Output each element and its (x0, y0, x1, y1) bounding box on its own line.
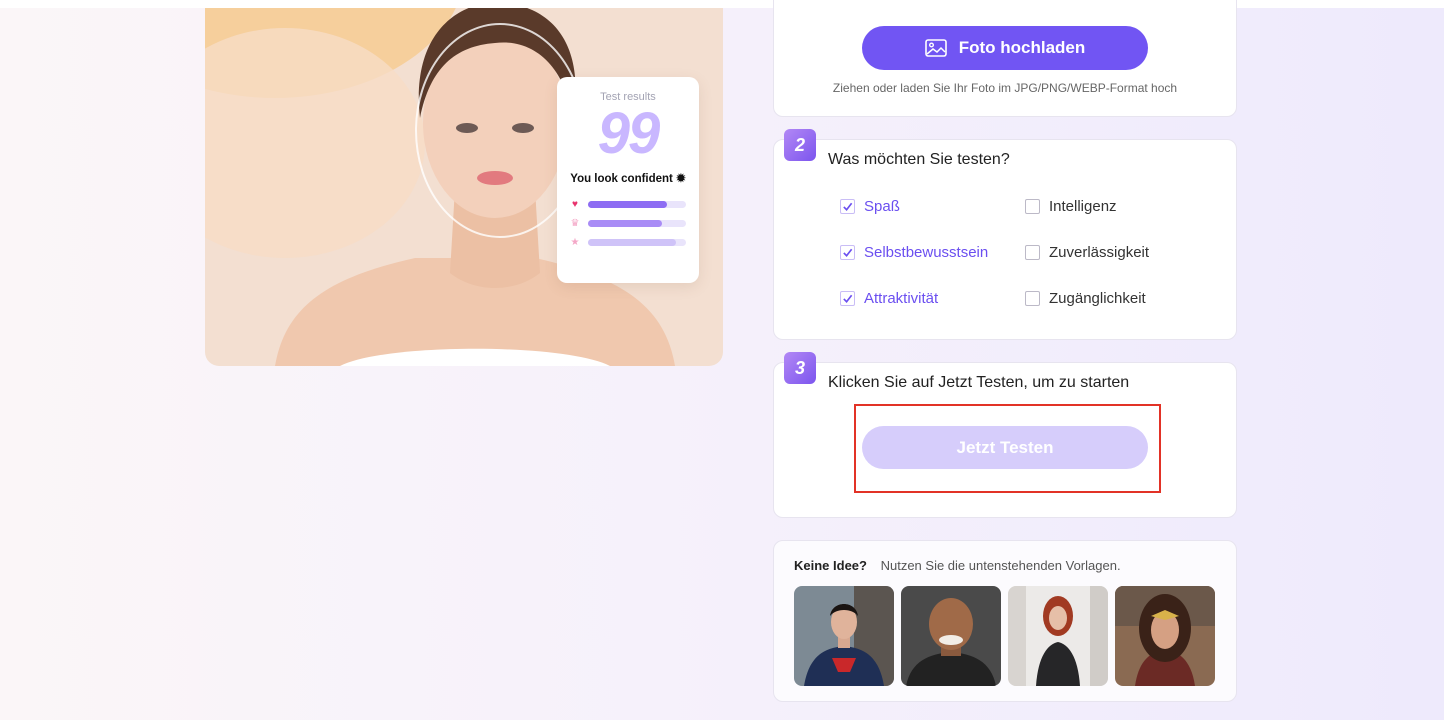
crown-icon: ♛ (570, 218, 580, 229)
result-bar-track (588, 201, 686, 208)
result-bar-row: ♛ (569, 214, 699, 233)
hero-illustration: Test results 99 You look confident ✹ ♥ ♛… (205, 8, 723, 366)
template-image (794, 586, 894, 686)
check-icon (843, 248, 853, 257)
template-thumbnails (794, 586, 1215, 686)
option-label: Spaß (864, 198, 900, 215)
option-label: Intelligenz (1049, 198, 1117, 215)
result-bar-track (588, 239, 686, 246)
template-image (1008, 586, 1108, 686)
checkbox[interactable] (840, 245, 855, 260)
template-red-hair-woman[interactable] (1008, 586, 1108, 686)
checkbox[interactable] (840, 199, 855, 214)
option-label: Zuverlässigkeit (1049, 244, 1150, 261)
option-selbstbewusstsein[interactable]: Selbstbewusstsein (840, 244, 988, 261)
option-label: Zugänglichkeit (1049, 290, 1146, 307)
option-zugaenglichkeit[interactable]: Zugänglichkeit (1025, 290, 1146, 307)
result-bar-fill (588, 220, 662, 227)
templates-text: Nutzen Sie die untenstehenden Vorlagen. (880, 558, 1121, 573)
check-icon (843, 202, 853, 211)
start-test-panel: 3 Klicken Sie auf Jetzt Testen, um zu st… (773, 352, 1237, 518)
upload-hint: Ziehen oder laden Sie Ihr Foto im JPG/PN… (832, 81, 1178, 95)
result-bar-row: ♥ (569, 195, 699, 214)
result-bar-row: ★ (569, 233, 699, 252)
checkbox[interactable] (1025, 199, 1040, 214)
step3-title: Klicken Sie auf Jetzt Testen, um zu star… (828, 374, 1130, 391)
result-score: 99 (597, 101, 661, 166)
option-spass[interactable]: Spaß (840, 198, 900, 215)
result-message: You look confident ✹ (570, 173, 686, 185)
templates-lead: Keine Idee? (794, 558, 867, 573)
templates-panel: Keine Idee? Nutzen Sie die untenstehende… (773, 540, 1237, 702)
star-icon: ★ (570, 237, 580, 248)
result-bars: ♥ ♛ ★ (569, 195, 699, 252)
checkbox[interactable] (1025, 291, 1040, 306)
templates-intro: Keine Idee? Nutzen Sie die untenstehende… (794, 558, 1121, 573)
checkbox[interactable] (840, 291, 855, 306)
template-superman[interactable] (794, 586, 894, 686)
template-warrior-woman[interactable] (1115, 586, 1215, 686)
option-attraktivitaet[interactable]: Attraktivität (840, 290, 938, 307)
upload-button-label: Foto hochladen (958, 38, 1086, 57)
check-icon (843, 294, 853, 303)
step2-title: Was möchten Sie testen? (828, 151, 1010, 168)
heart-icon: ♥ (572, 199, 578, 210)
result-bar-track (588, 220, 686, 227)
sparkle-icon: ✹ (676, 173, 686, 185)
option-label: Selbstbewusstsein (864, 244, 989, 261)
start-test-button[interactable]: Jetzt Testen (862, 426, 1148, 469)
template-image (1115, 586, 1215, 686)
upload-panel: Foto hochladen Ziehen oder laden Sie Ihr… (773, 0, 1237, 117)
option-intelligenz[interactable]: Intelligenz (1025, 198, 1117, 215)
step-badge-2: 2 (784, 129, 816, 161)
image-icon (924, 39, 947, 57)
result-card: Test results 99 You look confident ✹ ♥ ♛… (557, 77, 699, 283)
template-image (901, 586, 1001, 686)
option-zuverlaessigkeit[interactable]: Zuverlässigkeit (1025, 244, 1149, 261)
step-badge-3: 3 (784, 352, 816, 384)
result-bar-fill (588, 239, 676, 246)
checkbox[interactable] (1025, 245, 1040, 260)
template-bald-man[interactable] (901, 586, 1001, 686)
test-options-panel: 2 Was möchten Sie testen? Spaß Intellige… (773, 129, 1237, 340)
option-label: Attraktivität (864, 290, 939, 307)
upload-photo-button[interactable]: Foto hochladen (862, 26, 1148, 70)
result-bar-fill (588, 201, 668, 208)
